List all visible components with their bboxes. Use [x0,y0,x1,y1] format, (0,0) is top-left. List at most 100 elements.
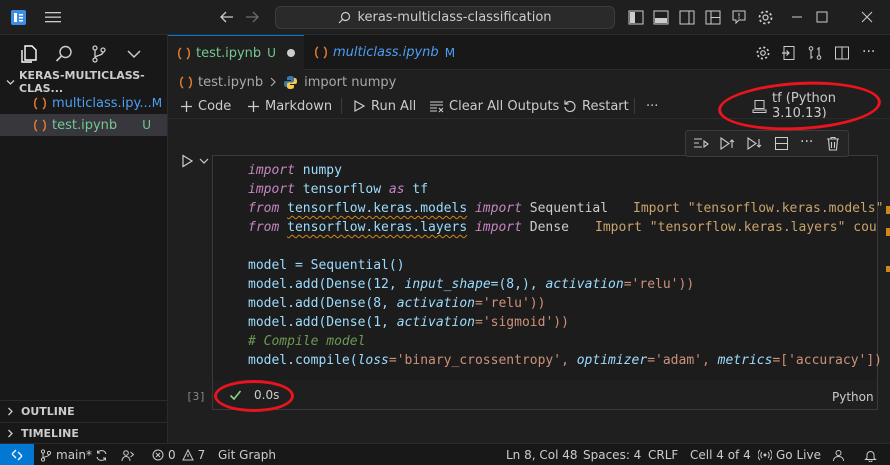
chevron-down-icon[interactable] [126,46,142,62]
error-icon [152,449,164,461]
code-line-4: from tensorflow.keras.layers import Dens… [248,220,569,235]
clear-all-outputs-label: Clear All Outputs [449,98,560,114]
explorer-section-header[interactable]: KERAS-MULTICLASS-CLAS... [0,69,168,95]
run-cell-play-icon[interactable] [181,154,194,168]
back-arrow-icon[interactable] [219,10,235,24]
broadcast-icon [758,448,772,462]
overview-ruler-marker [886,228,890,236]
search-text: keras-multiclass-classification [357,10,552,25]
tab-multiclass-ipynb[interactable]: multiclass.ipynb M [305,35,455,70]
add-code-cell-button[interactable]: Code [180,96,231,116]
title-bar: keras-multiclass-classification [0,0,890,35]
branch-status[interactable]: main* [40,444,92,465]
git-graph-button[interactable]: Git Graph [218,444,276,465]
python-icon [283,75,298,90]
indentation-status[interactable]: Spaces: 4 [583,444,641,465]
go-live-label: Go Live [776,448,821,462]
cell-toolbar: ··· [685,130,849,157]
plus-icon [247,100,260,113]
toolbar-divider [341,98,342,114]
run-options-chevron-down-icon[interactable] [199,157,209,165]
cell-position-status[interactable]: Cell 4 of 4 [690,444,751,465]
sync-icon[interactable] [95,444,108,465]
menu-icon[interactable] [44,9,62,25]
tab-test-ipynb[interactable]: test.ipynb U [168,35,304,70]
gear-icon[interactable] [757,9,774,26]
notifications-bell-icon[interactable] [864,444,877,465]
delete-cell-trash-icon[interactable] [826,136,840,151]
code-line-1: import numpy [248,163,342,178]
remote-indicator-button[interactable] [0,444,34,465]
breadcrumb-symbol[interactable]: import numpy [304,75,396,90]
file-item-multiclass[interactable]: multiclass.ipy... M [0,92,167,114]
play-icon [352,99,366,113]
restart-button[interactable]: Restart [563,96,629,116]
minimize-icon[interactable] [790,10,804,24]
file-name: test.ipynb [52,117,118,133]
customize-layout-icon[interactable] [705,10,721,25]
code-line-9: model.add(Dense(1, activation='sigmoid')… [248,315,569,330]
outline-section-header[interactable]: OUTLINE [0,400,167,422]
branch-name: main* [56,448,92,462]
file-item-test[interactable]: test.ipynb U [0,114,167,136]
forward-arrow-icon[interactable] [244,10,260,24]
warning-count: 7 [197,448,206,462]
breadcrumb: test.ipynb import numpy [180,72,396,92]
more-actions-icon[interactable]: ··· [862,44,875,60]
code-line-6: model = Sequential() [248,258,405,273]
run-all-label: Run All [371,98,417,114]
open-variables-icon[interactable] [781,45,797,61]
file-git-status: M [151,96,163,110]
more-actions-button[interactable]: ··· [646,96,658,116]
add-markdown-cell-button[interactable]: Markdown [247,96,332,116]
inline-warning-hint: Import "tensorflow.keras.layers" cou [595,220,877,235]
line-ending-status[interactable]: CRLF [648,444,678,465]
run-above-icon[interactable] [719,136,735,151]
cell-more-actions-icon[interactable]: ··· [800,134,813,150]
overview-ruler-marker [886,206,890,214]
toggle-panel-icon[interactable] [653,10,669,25]
timeline-label: TIMELINE [21,427,79,440]
cursor-position[interactable]: Ln 8, Col 48 [506,444,578,465]
plus-icon [180,100,193,113]
timeline-section-header[interactable]: TIMELINE [0,422,167,444]
restart-icon [563,99,577,113]
execute-above-icon[interactable] [693,136,709,151]
maximize-icon[interactable] [815,10,829,24]
clear-all-outputs-button[interactable]: Clear All Outputs [429,96,559,116]
feedback-icon[interactable] [731,10,747,25]
tab-git-status: M [444,45,456,60]
tab-label: test.ipynb [196,45,262,61]
status-bar: main* 0 7 Git Graph Ln 8, Col 48 Spaces:… [0,443,890,465]
source-control-icon[interactable] [89,44,109,64]
explorer-icon[interactable] [19,44,39,64]
problems-status[interactable]: 0 7 [152,444,205,465]
go-live-button[interactable]: Go Live [758,444,821,465]
notebook-file-icon [0,118,52,132]
toolbar-divider [634,98,635,114]
run-all-button[interactable]: Run All [352,96,416,116]
explorer-sidebar: KERAS-MULTICLASS-CLAS... multiclass.ipy.… [0,35,168,443]
notebook-file-icon [0,96,52,110]
close-icon[interactable] [860,10,874,24]
breadcrumb-file[interactable]: test.ipynb [198,75,263,90]
live-share-icon[interactable] [121,444,135,465]
unsaved-dot-icon[interactable] [286,48,296,58]
overview-ruler-marker [886,266,890,272]
toggle-primary-sidebar-icon[interactable] [628,10,644,25]
restart-label: Restart [582,98,629,114]
accounts-icon[interactable] [832,444,845,465]
code-line-3: from tensorflow.keras.models import Sequ… [248,201,609,216]
run-below-icon[interactable] [746,136,762,151]
split-editor-icon[interactable] [834,45,850,61]
toggle-secondary-sidebar-icon[interactable] [679,10,695,25]
compare-changes-icon[interactable] [807,45,823,61]
split-cell-icon[interactable] [774,136,789,151]
command-center-search[interactable]: keras-multiclass-classification [275,6,615,29]
search-view-icon[interactable] [54,44,74,64]
add-markdown-label: Markdown [265,98,333,114]
gear-icon[interactable] [755,45,771,61]
outline-label: OUTLINE [21,405,75,418]
more-label: ··· [646,98,659,114]
cell-language-button[interactable]: Python [832,390,874,404]
